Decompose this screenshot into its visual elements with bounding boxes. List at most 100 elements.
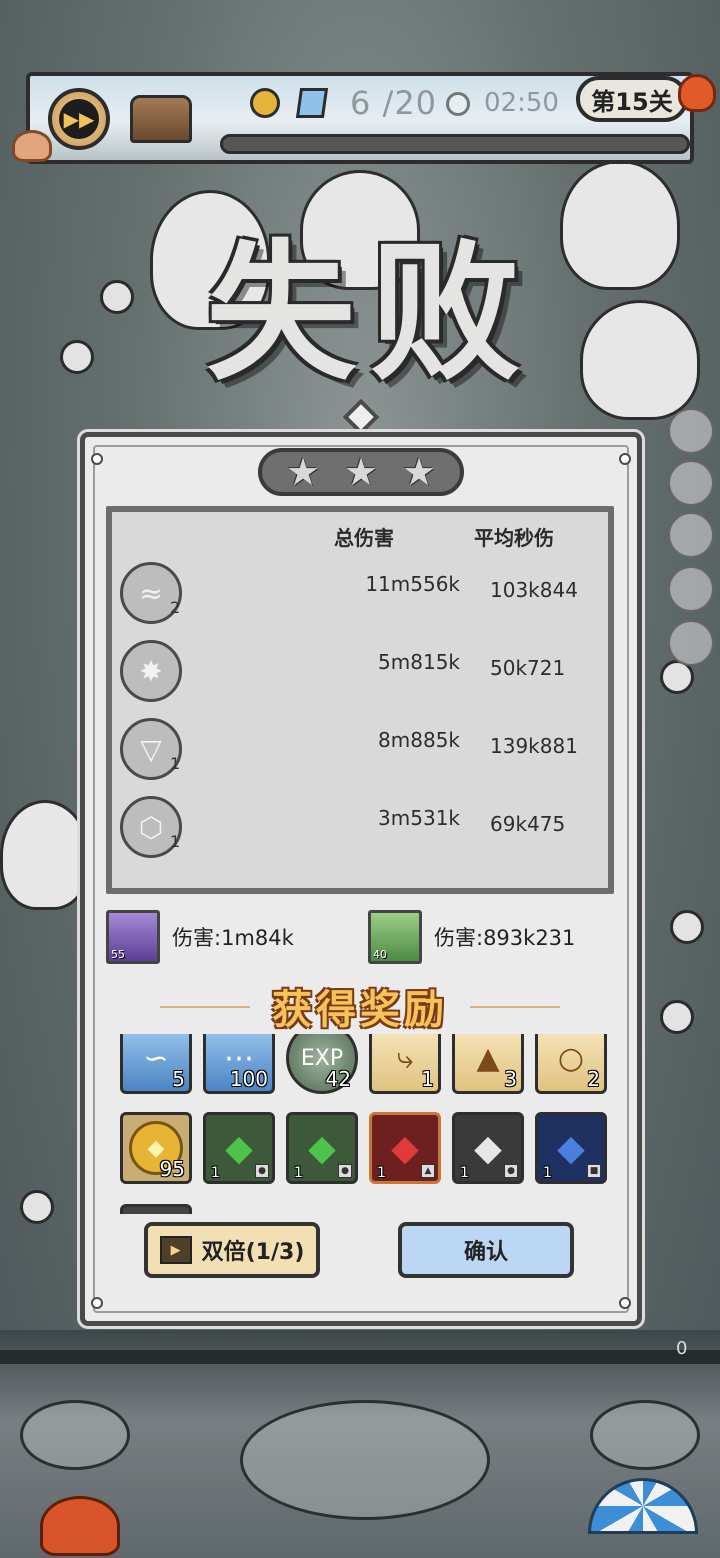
average-dps: 69k475 xyxy=(490,812,566,836)
reward-item[interactable]: ◆ 95 xyxy=(120,1112,192,1184)
confirm-label: 确认 xyxy=(463,1240,508,1265)
clock-icon xyxy=(446,92,470,116)
header-total-damage: 总伤害 xyxy=(334,526,394,550)
hero-damage-2: 40 伤害:893k231 xyxy=(368,910,608,966)
seashell-icon xyxy=(12,130,52,162)
average-dps: 103k844 xyxy=(490,578,578,602)
wave-counter: 6 /20 xyxy=(350,84,438,122)
skeleton-enemy xyxy=(60,340,94,374)
total-damage: 8m885k xyxy=(378,728,460,752)
skeleton-enemy xyxy=(100,280,134,314)
parchment-scroll-icon: ▲ xyxy=(476,1040,500,1076)
reward-count: 42 xyxy=(325,1067,351,1091)
reward-count: 1 xyxy=(421,1067,434,1091)
star-icon: ★ xyxy=(401,450,437,494)
item-type-tag: ▲ xyxy=(421,1164,435,1178)
total-damage: 11m556k xyxy=(365,572,460,596)
skill-cooldown-icon xyxy=(668,460,714,506)
treasure-chest-icon[interactable] xyxy=(130,95,192,143)
blue-scroll-icon: ∽ xyxy=(143,1040,169,1076)
item-type-tag: ■ xyxy=(587,1164,601,1178)
parchment-scroll-icon: ⤷ xyxy=(396,1040,414,1076)
counter-label: 0 xyxy=(676,1338,688,1359)
reward-count: 100 xyxy=(229,1067,268,1091)
golem-enemy xyxy=(580,300,700,420)
total-damage: 3m531k xyxy=(378,806,460,830)
reward-item[interactable]: ◆ 1 ▲ xyxy=(369,1112,441,1184)
level-label: 第15关 xyxy=(576,76,688,122)
reward-item[interactable]: ⤷ 1 xyxy=(369,1034,441,1094)
reward-count: 95 xyxy=(159,1157,185,1181)
skeleton-enemy xyxy=(660,1000,694,1034)
skeleton-enemy xyxy=(670,910,704,944)
skill-cooldown-icon xyxy=(668,620,714,666)
reward-count: 2 xyxy=(587,1067,600,1091)
reward-item[interactable]: ▲ 3 xyxy=(452,1034,524,1094)
panel-corner xyxy=(91,1297,103,1309)
star-icon: ★ xyxy=(285,450,321,494)
skill-level: 1 xyxy=(170,754,181,773)
reward-item[interactable] xyxy=(120,1204,192,1214)
reward-item[interactable]: ◆ 1 ● xyxy=(203,1112,275,1184)
star-icon: ★ xyxy=(343,450,379,494)
skill-cooldown-icon xyxy=(668,566,714,612)
water-ripple xyxy=(590,1400,700,1470)
reward-item[interactable]: ○ 2 xyxy=(535,1034,607,1094)
reward-item[interactable]: ◆ 1 ● xyxy=(286,1112,358,1184)
reward-count: 1 xyxy=(211,1165,220,1181)
rewards-grid: ∽ 5 ⋯ 100 EXP 42 ⤷ 1 ▲ 3 ○ 2 ◆ 95 ◆ 1 ● … xyxy=(118,1034,608,1214)
confirm-button[interactable]: 确认 xyxy=(398,1222,574,1278)
reward-count: 3 xyxy=(504,1067,517,1091)
hero-portrait[interactable]: 40 xyxy=(368,910,422,964)
panel-corner xyxy=(91,453,103,465)
reward-count: 1 xyxy=(377,1165,386,1181)
crystal-burst-icon: ✸ xyxy=(120,640,182,702)
skeleton-enemy xyxy=(20,1190,54,1224)
reward-item[interactable]: ∽ 5 xyxy=(120,1034,192,1094)
video-ad-icon: ▶ xyxy=(159,1236,192,1264)
reward-item[interactable]: ⋯ 100 xyxy=(203,1034,275,1094)
hero-damage-text: 伤害:1m84k xyxy=(172,926,294,950)
fast-forward-button[interactable]: ▶▶ xyxy=(48,88,110,150)
water-ripple xyxy=(20,1400,130,1470)
hero-level: 40 xyxy=(373,948,387,961)
rail xyxy=(0,1350,720,1364)
stat-row-crystal: ✸ 5m815k 50k721 xyxy=(120,640,600,710)
white-gem-icon: ◆ xyxy=(474,1127,502,1169)
stat-row-tornado: ≈ 2 11m556k 103k844 xyxy=(120,562,600,632)
total-damage: 5m815k xyxy=(378,650,460,674)
header-average-dps: 平均秒伤 xyxy=(474,526,554,550)
reward-count: 5 xyxy=(172,1067,185,1091)
defeat-title: 失败 xyxy=(205,224,534,401)
panel-corner xyxy=(619,1297,631,1309)
star-rating: ★ ★ ★ xyxy=(258,448,464,496)
golem-enemy xyxy=(0,800,90,910)
double-reward-button[interactable]: ▶ 双倍(1/3) xyxy=(144,1222,320,1278)
hero-portrait[interactable]: 55 xyxy=(106,910,160,964)
wave-progress-bar xyxy=(220,134,690,154)
water-ripple xyxy=(240,1400,490,1520)
panel-corner xyxy=(619,453,631,465)
golem-enemy xyxy=(560,160,680,290)
average-dps: 50k721 xyxy=(490,656,566,680)
skill-level: 1 xyxy=(170,832,181,851)
stat-row-drill: ▽ 1 8m885k 139k881 xyxy=(120,718,600,788)
green-gem-icon: ◆ xyxy=(225,1127,253,1169)
hero-damage-1: 55 伤害:1m84k xyxy=(106,910,346,966)
reward-item[interactable]: EXP 42 xyxy=(286,1034,358,1094)
skill-level: 2 xyxy=(170,598,181,617)
red-gem-icon: ◆ xyxy=(391,1127,419,1169)
stat-row-hexagon: ⬡ 1 3m531k 69k475 xyxy=(120,796,600,866)
average-dps: 139k881 xyxy=(490,734,578,758)
blue-gem-icon: ◆ xyxy=(557,1127,585,1169)
reward-item[interactable]: ◆ 1 ■ xyxy=(535,1112,607,1184)
hero-level: 55 xyxy=(111,948,125,961)
ice-gem-icon xyxy=(295,88,329,118)
reward-item[interactable]: ◆ 1 ● xyxy=(452,1112,524,1184)
skill-cooldown-icon xyxy=(668,408,714,454)
green-gem-icon: ◆ xyxy=(308,1127,336,1169)
octopus-icon xyxy=(678,74,716,112)
reward-count: 1 xyxy=(543,1165,552,1181)
coin-icon xyxy=(250,88,280,118)
item-type-tag: ● xyxy=(504,1164,518,1178)
